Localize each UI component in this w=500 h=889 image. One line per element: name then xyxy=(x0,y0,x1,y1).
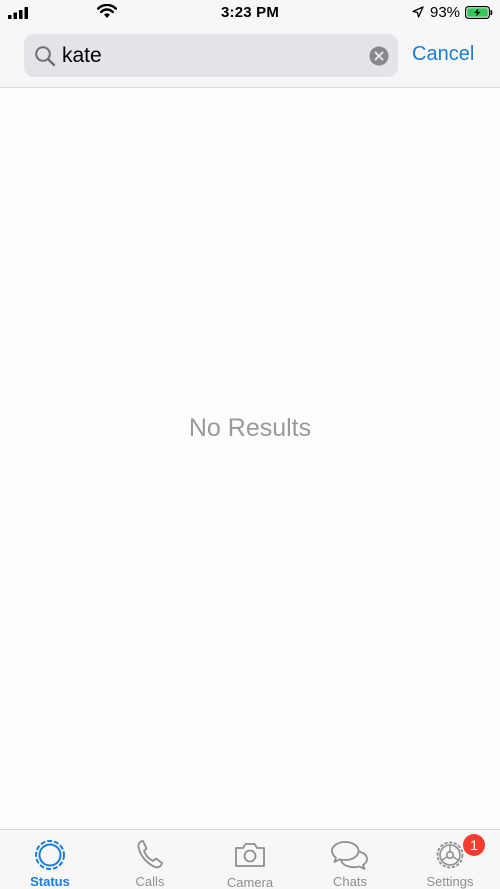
location-icon xyxy=(412,6,424,18)
clear-icon[interactable] xyxy=(369,46,389,66)
tab-chats[interactable]: Chats xyxy=(300,830,400,889)
status-time: 3:23 PM xyxy=(220,4,280,21)
cancel-button[interactable]: Cancel xyxy=(412,43,474,66)
phone-icon xyxy=(137,840,163,869)
tab-label-status: Status xyxy=(30,874,70,889)
screen: 3:23 PM 93% Cancel No Result xyxy=(0,0,500,889)
tab-label-chats: Chats xyxy=(333,874,367,889)
tab-calls[interactable]: Calls xyxy=(100,830,200,889)
battery-percent: 93% xyxy=(430,4,461,21)
search-header: Cancel xyxy=(0,26,500,88)
search-field[interactable] xyxy=(24,34,398,77)
tab-label-calls: Calls xyxy=(135,874,165,889)
battery-charging-icon xyxy=(465,6,493,19)
tab-bar: Status Calls Camera Chats Settings 1 xyxy=(0,829,500,889)
status-bar: 3:23 PM 93% xyxy=(0,0,500,26)
search-input[interactable] xyxy=(62,34,352,77)
status-icon xyxy=(35,840,65,870)
camera-icon xyxy=(235,843,265,867)
tab-label-settings: Settings xyxy=(426,874,474,889)
tab-status[interactable]: Status xyxy=(0,830,100,889)
no-results-message: No Results xyxy=(188,414,312,442)
gear-icon xyxy=(436,841,464,869)
tab-camera[interactable]: Camera xyxy=(200,830,300,889)
settings-badge: 1 xyxy=(463,834,485,856)
tab-label-camera: Camera xyxy=(226,875,274,889)
tab-settings[interactable]: Settings xyxy=(400,830,500,889)
chat-bubbles-icon xyxy=(331,841,368,870)
search-icon xyxy=(35,46,56,67)
